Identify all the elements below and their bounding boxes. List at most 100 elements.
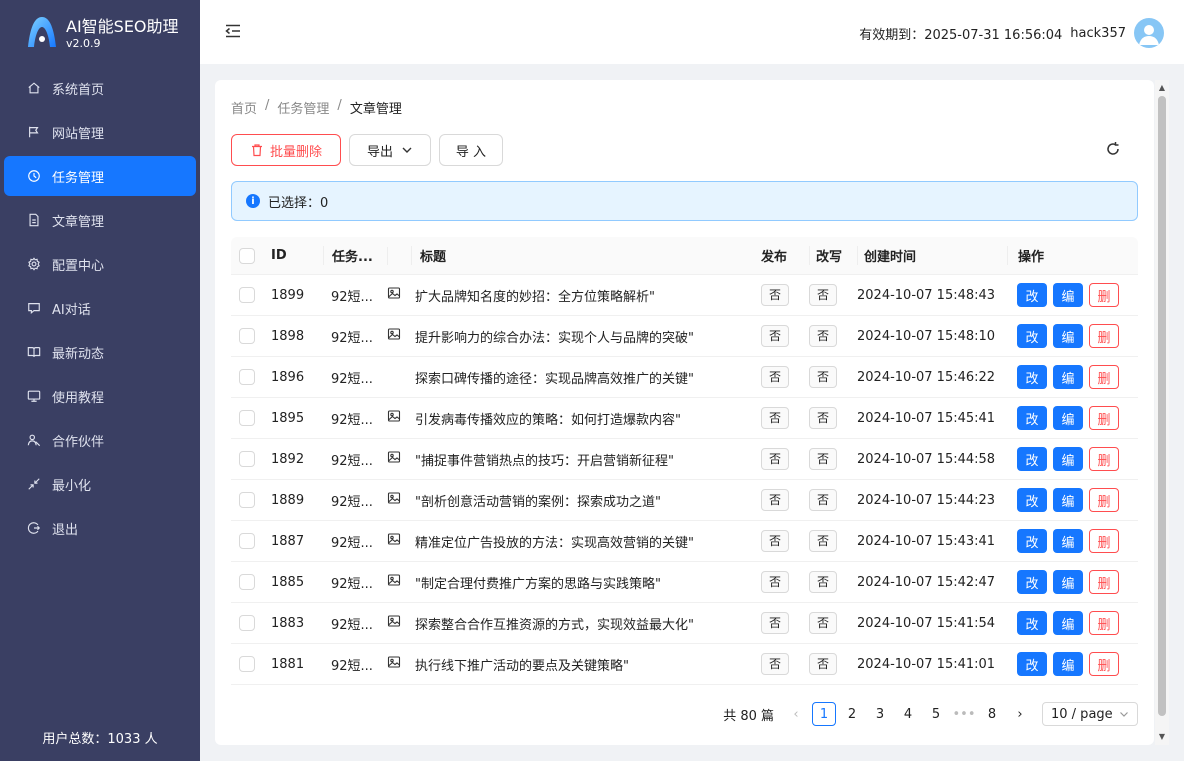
page-size-select[interactable]: 10 / page: [1042, 702, 1138, 726]
sidebar-item-sites[interactable]: 网站管理: [4, 112, 196, 152]
batch-delete-button[interactable]: 批量删除: [231, 134, 341, 166]
scrollbar[interactable]: ▲ ▼: [1155, 80, 1169, 745]
delete-button[interactable]: 删: [1089, 570, 1119, 594]
page-3[interactable]: 3: [868, 702, 892, 726]
row-checkbox[interactable]: [239, 328, 255, 344]
table-row[interactable]: 1899 92短... 扩大品牌知名度的妙招：全方位策略解析" 否否 2024-10-0…: [231, 275, 1138, 316]
edit-button[interactable]: 编: [1053, 324, 1083, 348]
cell-title[interactable]: "捕捉事件营销热点的技巧：开启营销新征程": [411, 450, 761, 469]
refresh-icon[interactable]: [1104, 140, 1122, 158]
sidebar-item-minimize[interactable]: 最小化: [4, 464, 196, 504]
cell-title[interactable]: 探索口碑传播的途径：实现品牌高效推广的关键": [411, 368, 761, 387]
import-button[interactable]: 导 入: [439, 134, 503, 166]
sidebar-item-tutorial[interactable]: 使用教程: [4, 376, 196, 416]
edit-button[interactable]: 编: [1053, 488, 1083, 512]
row-checkbox[interactable]: [239, 451, 255, 467]
sidebar-item-home[interactable]: 系统首页: [4, 68, 196, 108]
select-all-checkbox[interactable]: [239, 247, 255, 264]
cell-title[interactable]: "剖析创意活动营销的案例：探索成功之道": [411, 491, 761, 510]
page-5[interactable]: 5: [924, 702, 948, 726]
cell-title[interactable]: 探索整合合作互推资源的方式，实现效益最大化": [411, 614, 761, 633]
sidebar-item-tasks[interactable]: 任务管理: [4, 156, 196, 196]
delete-button[interactable]: 删: [1089, 652, 1119, 676]
image-icon[interactable]: [387, 615, 401, 632]
delete-button[interactable]: 删: [1089, 406, 1119, 430]
edit-button[interactable]: 编: [1053, 652, 1083, 676]
edit-button[interactable]: 编: [1053, 611, 1083, 635]
edit-button[interactable]: 编: [1053, 570, 1083, 594]
page-8[interactable]: 8: [980, 702, 1004, 726]
row-checkbox[interactable]: [239, 287, 255, 303]
delete-button[interactable]: 删: [1089, 365, 1119, 389]
delete-button[interactable]: 删: [1089, 611, 1119, 635]
delete-button[interactable]: 删: [1089, 283, 1119, 307]
cell-title[interactable]: 精准定位广告投放的方法：实现高效营销的关键": [411, 532, 761, 551]
next-page-icon[interactable]: ›: [1008, 702, 1032, 726]
brand[interactable]: AI智能SEO助理 v2.0.9: [24, 14, 179, 52]
delete-button[interactable]: 删: [1089, 488, 1119, 512]
modify-button[interactable]: 改: [1017, 570, 1047, 594]
cell-title[interactable]: "制定合理付费推广方案的思路与实践策略": [411, 573, 761, 592]
delete-button[interactable]: 删: [1089, 324, 1119, 348]
table-row[interactable]: 1889 92短... "剖析创意活动营销的案例：探索成功之道" 否否 2024-10-…: [231, 480, 1138, 521]
scroll-down-icon[interactable]: ▼: [1158, 733, 1166, 741]
edit-button[interactable]: 编: [1053, 447, 1083, 471]
modify-button[interactable]: 改: [1017, 324, 1047, 348]
menu-fold-icon[interactable]: [224, 22, 242, 40]
modify-button[interactable]: 改: [1017, 283, 1047, 307]
row-checkbox[interactable]: [239, 615, 255, 631]
modify-button[interactable]: 改: [1017, 611, 1047, 635]
sidebar-item-articles[interactable]: 文章管理: [4, 200, 196, 240]
cell-title[interactable]: 执行线下推广活动的要点及关键策略": [411, 655, 761, 674]
table-row[interactable]: 1883 92短... 探索整合合作互推资源的方式，实现效益最大化" 否否 2024-1…: [231, 603, 1138, 644]
row-checkbox[interactable]: [239, 369, 255, 385]
header-id[interactable]: ID: [263, 248, 323, 263]
table-row[interactable]: 1887 92短... 精准定位广告投放的方法：实现高效营销的关键" 否否 2024-1…: [231, 521, 1138, 562]
page-4[interactable]: 4: [896, 702, 920, 726]
image-icon[interactable]: [387, 451, 401, 468]
avatar[interactable]: [1134, 18, 1164, 48]
image-icon[interactable]: [387, 328, 401, 345]
page-ellipsis[interactable]: •••: [952, 702, 976, 726]
table-row[interactable]: 1896 92短... 探索口碑传播的途径：实现品牌高效推广的关键" 否否 2024-1…: [231, 357, 1138, 398]
image-icon[interactable]: [387, 656, 401, 673]
image-icon[interactable]: [387, 492, 401, 509]
sidebar-item-logout[interactable]: 退出: [4, 508, 196, 548]
row-checkbox[interactable]: [239, 410, 255, 426]
image-icon[interactable]: [387, 410, 401, 427]
table-row[interactable]: 1895 92短... 引发病毒传播效应的策略：如何打造爆款内容" 否否 2024-10…: [231, 398, 1138, 439]
sidebar-item-config[interactable]: 配置中心: [4, 244, 196, 284]
modify-button[interactable]: 改: [1017, 365, 1047, 389]
modify-button[interactable]: 改: [1017, 447, 1047, 471]
sidebar-item-partners[interactable]: 合作伙伴: [4, 420, 196, 460]
edit-button[interactable]: 编: [1053, 406, 1083, 430]
delete-button[interactable]: 删: [1089, 529, 1119, 553]
table-row[interactable]: 1881 92短... 执行线下推广活动的要点及关键策略" 否否 2024-10-07 …: [231, 644, 1138, 685]
username[interactable]: hack357: [1070, 26, 1126, 41]
row-checkbox[interactable]: [239, 574, 255, 590]
image-icon[interactable]: [387, 574, 401, 591]
delete-button[interactable]: 删: [1089, 447, 1119, 471]
row-checkbox[interactable]: [239, 533, 255, 549]
row-checkbox[interactable]: [239, 492, 255, 508]
export-dropdown-button[interactable]: 导出: [349, 134, 431, 166]
image-icon[interactable]: [387, 287, 401, 304]
scroll-thumb[interactable]: [1158, 96, 1166, 716]
modify-button[interactable]: 改: [1017, 488, 1047, 512]
cell-title[interactable]: 扩大品牌知名度的妙招：全方位策略解析": [411, 286, 761, 305]
breadcrumb-task[interactable]: 任务管理: [277, 98, 329, 117]
table-row[interactable]: 1898 92短... 提升影响力的综合办法：实现个人与品牌的突破" 否否 2024-1…: [231, 316, 1138, 357]
modify-button[interactable]: 改: [1017, 652, 1047, 676]
sidebar-item-ai-chat[interactable]: AI对话: [4, 288, 196, 328]
image-icon[interactable]: [387, 533, 401, 550]
sidebar-item-news[interactable]: 最新动态: [4, 332, 196, 372]
page-2[interactable]: 2: [840, 702, 864, 726]
table-row[interactable]: 1892 92短... "捕捉事件营销热点的技巧：开启营销新征程" 否否 2024-10…: [231, 439, 1138, 480]
modify-button[interactable]: 改: [1017, 529, 1047, 553]
cell-title[interactable]: 提升影响力的综合办法：实现个人与品牌的突破": [411, 327, 761, 346]
modify-button[interactable]: 改: [1017, 406, 1047, 430]
header-task[interactable]: 任务...: [323, 246, 387, 265]
cell-title[interactable]: 引发病毒传播效应的策略：如何打造爆款内容": [411, 409, 761, 428]
row-checkbox[interactable]: [239, 656, 255, 672]
scroll-up-icon[interactable]: ▲: [1158, 84, 1166, 92]
